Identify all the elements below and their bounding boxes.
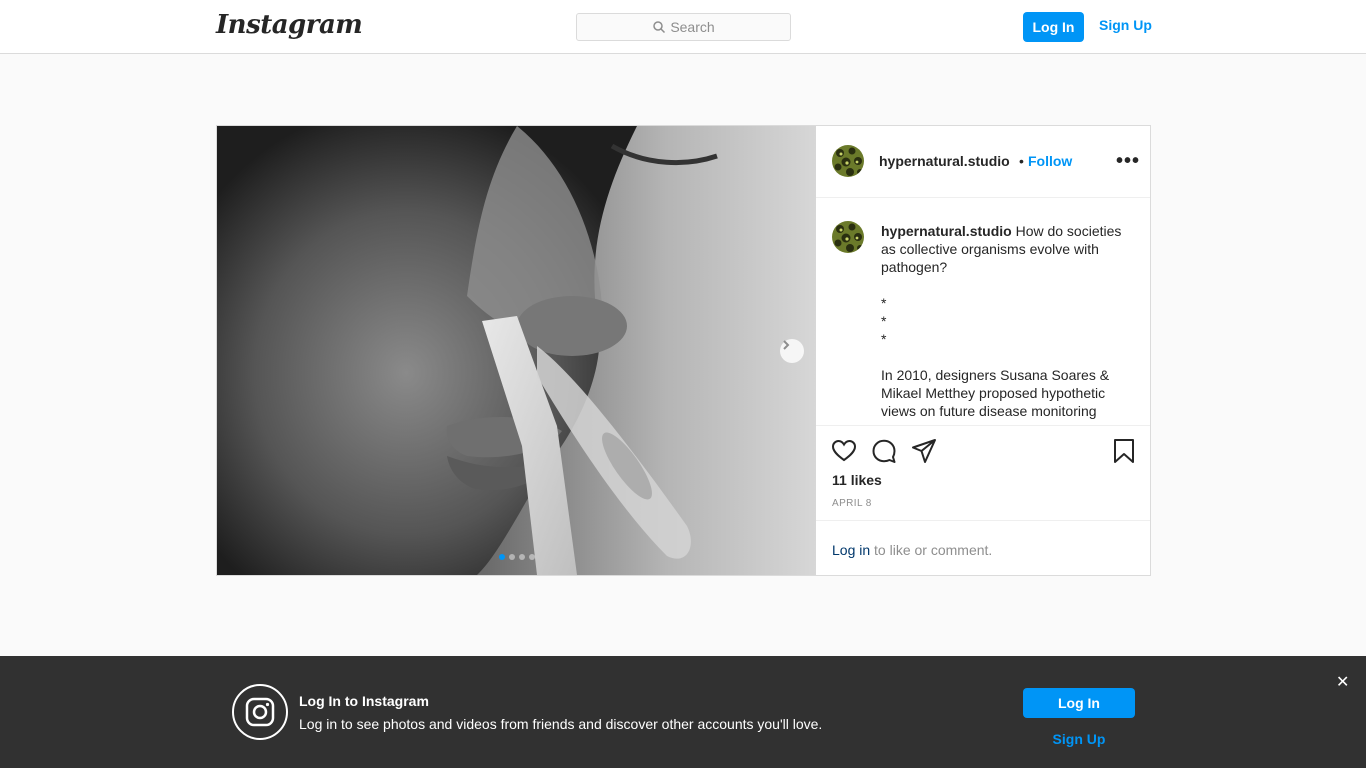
banner-signup-link[interactable]: Sign Up xyxy=(1023,731,1135,747)
carousel-next-button[interactable] xyxy=(780,339,804,363)
post-caption: hypernatural.studio How do societies as … xyxy=(881,222,1136,420)
signup-link[interactable]: Sign Up xyxy=(1099,17,1152,33)
post-image[interactable] xyxy=(217,126,816,575)
post-actions xyxy=(816,438,1150,466)
caption-area: hypernatural.studio How do societies as … xyxy=(816,198,1150,426)
close-icon[interactable]: ✕ xyxy=(1336,672,1349,692)
carousel-indicator xyxy=(499,554,535,560)
caption-username[interactable]: hypernatural.studio xyxy=(881,223,1012,239)
post-card: hypernatural.studio • Follow ••• hyperna… xyxy=(216,125,1151,576)
caption-line: In 2010, designers Susana Soares & Mikae… xyxy=(881,367,1110,419)
instagram-glyph-icon xyxy=(232,684,288,740)
login-button[interactable]: Log In xyxy=(1023,12,1084,42)
top-nav: Instagram Search Log In Sign Up xyxy=(0,0,1366,54)
banner-title: Log In to Instagram xyxy=(299,693,429,709)
photo-face-with-nasal-swab xyxy=(217,126,816,575)
avatar[interactable] xyxy=(832,221,864,253)
follow-button[interactable]: Follow xyxy=(1028,153,1072,169)
heart-icon[interactable] xyxy=(831,438,857,464)
post-sidebar: hypernatural.studio • Follow ••• hyperna… xyxy=(816,126,1150,575)
caption-line: * xyxy=(881,313,887,329)
search-placeholder: Search xyxy=(670,19,715,35)
search-icon xyxy=(653,21,666,34)
avatar-pattern-icon xyxy=(832,221,864,253)
camera-icon xyxy=(245,697,275,727)
instagram-logo[interactable]: Instagram xyxy=(216,10,363,40)
comment-icon[interactable] xyxy=(871,438,897,464)
share-icon[interactable] xyxy=(911,438,937,464)
more-options-button[interactable]: ••• xyxy=(1116,150,1140,173)
post-date[interactable]: APRIL 8 xyxy=(832,498,872,509)
chevron-right-icon xyxy=(783,340,790,350)
carousel-dot xyxy=(499,554,505,560)
separator-dot: • xyxy=(1019,153,1024,169)
login-link[interactable]: Log in xyxy=(832,542,870,558)
bookmark-icon[interactable] xyxy=(1111,438,1137,464)
caption-line: * xyxy=(881,295,887,311)
carousel-dot xyxy=(519,554,525,560)
login-to-comment: Log in to like or comment. xyxy=(816,520,1150,575)
carousel-dot xyxy=(509,554,515,560)
avatar-pattern-icon xyxy=(832,145,864,177)
likes-count[interactable]: 11 likes xyxy=(832,472,882,488)
post-header: hypernatural.studio • Follow ••• xyxy=(816,126,1150,198)
banner-login-button[interactable]: Log In xyxy=(1023,688,1135,718)
search-input[interactable]: Search xyxy=(576,13,791,41)
caption-line: * xyxy=(881,331,887,347)
login-banner: Log In to Instagram Log in to see photos… xyxy=(0,656,1366,768)
avatar[interactable] xyxy=(832,145,864,177)
login-prompt-text: to like or comment. xyxy=(870,542,993,558)
banner-subtitle: Log in to see photos and videos from fri… xyxy=(299,716,823,732)
post-username[interactable]: hypernatural.studio xyxy=(879,153,1010,169)
carousel-dot xyxy=(529,554,535,560)
